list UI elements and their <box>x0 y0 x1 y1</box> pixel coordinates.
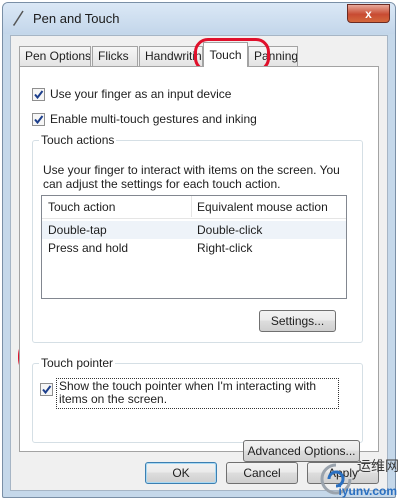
show-pointer-checkbox[interactable] <box>40 383 53 396</box>
tab-panning[interactable]: Panning <box>248 46 298 66</box>
show-pointer-focus[interactable]: Show the touch pointer when I'm interact… <box>56 378 339 409</box>
watermark-line2: iyunv.com <box>338 484 397 498</box>
watermark-line1: 运维网 <box>357 458 399 474</box>
list-header: Touch action Equivalent mouse action <box>42 196 346 219</box>
touch-actions-title: Touch actions <box>39 133 117 147</box>
tab-pen-options[interactable]: Pen Options <box>19 46 91 66</box>
touch-action-cell: Double-tap <box>48 223 107 237</box>
use-finger-checkbox[interactable] <box>32 87 45 101</box>
touch-pointer-title: Touch pointer <box>39 356 116 370</box>
checkmark-icon <box>42 385 52 395</box>
show-pointer-label: Show the touch pointer when I'm interact… <box>59 379 317 406</box>
mouse-action-cell: Double-click <box>197 223 263 237</box>
list-item[interactable]: Double-tap Double-click <box>42 221 346 239</box>
column-mouse-action[interactable]: Equivalent mouse action <box>197 200 328 214</box>
tab-flicks[interactable]: Flicks <box>92 46 138 66</box>
settings-button[interactable]: Settings... <box>259 310 336 332</box>
mouse-action-cell: Right-click <box>197 241 253 255</box>
touch-actions-list[interactable]: Touch action Equivalent mouse action Dou… <box>41 195 347 299</box>
touch-actions-group: Touch actions Use your finger to interac… <box>32 133 363 343</box>
use-finger-option[interactable]: Use your finger as an input device <box>32 87 231 101</box>
tab-touch[interactable]: Touch <box>203 42 248 67</box>
close-icon: x <box>365 7 372 21</box>
touch-pointer-group: Touch pointer Show the touch pointer whe… <box>32 356 363 462</box>
ok-button[interactable]: OK <box>145 462 217 484</box>
checkmark-icon <box>34 89 44 99</box>
title-bar[interactable]: Pen and Touch x <box>3 3 395 34</box>
pen-icon <box>13 10 24 26</box>
column-touch-action[interactable]: Touch action <box>48 200 115 214</box>
use-finger-label: Use your finger as an input device <box>50 87 232 101</box>
pen-and-touch-window: Pen and Touch x Pen Options Flicks Handw… <box>2 2 396 498</box>
tab-handwriting[interactable]: Handwriting <box>139 46 203 66</box>
multitouch-checkbox[interactable] <box>32 112 45 126</box>
multitouch-label: Enable multi-touch gestures and inking <box>50 112 257 126</box>
checkmark-icon <box>34 114 44 124</box>
list-item[interactable]: Press and hold Right-click <box>42 239 346 257</box>
cancel-button[interactable]: Cancel <box>226 462 298 484</box>
touch-action-cell: Press and hold <box>48 241 129 255</box>
multitouch-option[interactable]: Enable multi-touch gestures and inking <box>32 112 257 126</box>
window-title: Pen and Touch <box>33 11 120 26</box>
dialog-client: Pen Options Flicks Handwriting Touch Pan… <box>10 35 388 491</box>
touch-panel: Use your finger as an input device Enabl… <box>19 66 379 462</box>
close-button[interactable]: x <box>347 4 390 23</box>
advanced-options-button[interactable]: Advanced Options... <box>243 440 360 462</box>
touch-actions-description: Use your finger to interact with items o… <box>43 163 340 191</box>
